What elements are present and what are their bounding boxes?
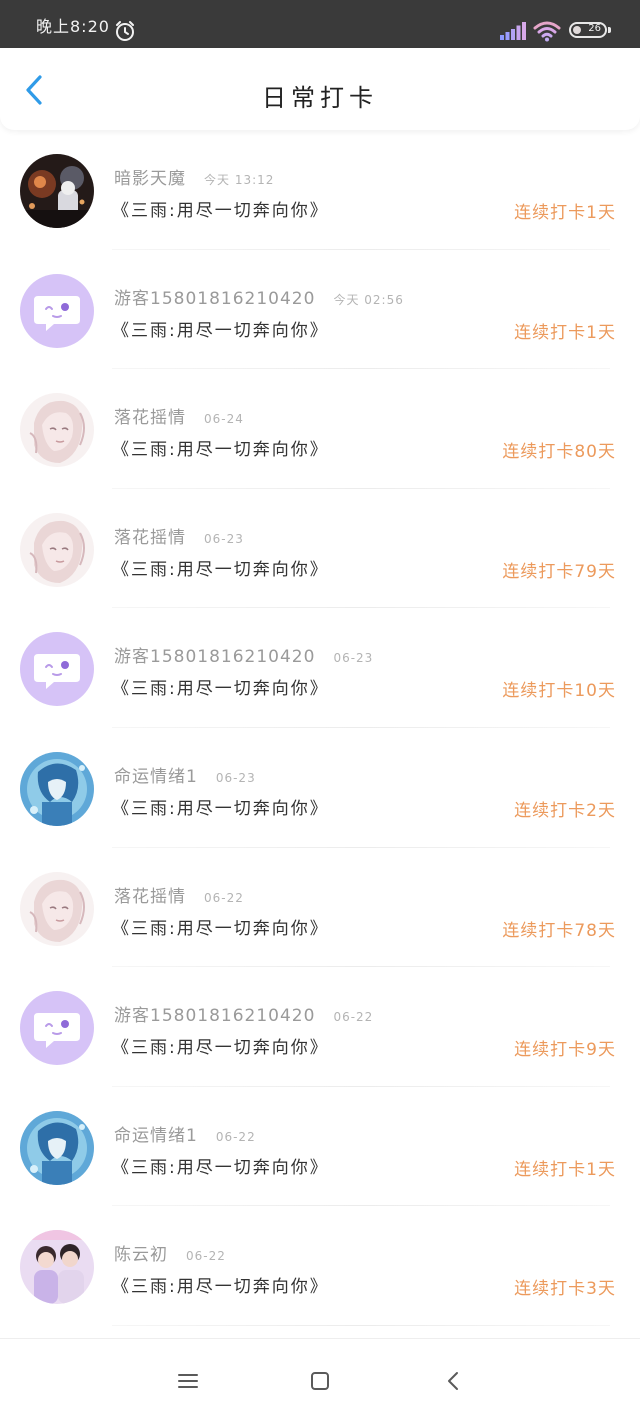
book-title[interactable]: 《三雨:用尽一切奔向你》 bbox=[112, 316, 329, 341]
user-name[interactable]: 游客15801816210420 bbox=[114, 647, 315, 667]
streak-label: 连续打卡1天 bbox=[514, 322, 616, 343]
streak-label: 连续打卡9天 bbox=[514, 1040, 616, 1061]
user-name[interactable]: 命运情绪1 bbox=[114, 767, 198, 787]
system-nav-bar bbox=[0, 1338, 640, 1422]
pink-anime-avatar[interactable] bbox=[20, 512, 94, 587]
user-line: 落花摇情 06-23 bbox=[114, 523, 244, 548]
book-title[interactable]: 《三雨:用尽一切奔向你》 bbox=[112, 674, 329, 699]
streak-label: 连续打卡1天 bbox=[514, 203, 616, 223]
blue-anime-avatar[interactable] bbox=[20, 751, 94, 826]
post-time: 06-23 bbox=[215, 770, 256, 785]
book-title[interactable]: 《三雨:用尽一切奔向你》 bbox=[112, 1033, 329, 1058]
book-title[interactable]: 《三雨:用尽一切奔向你》 bbox=[112, 1272, 329, 1297]
post-time: 06-24 bbox=[204, 412, 244, 427]
checkin-list: 暗影天魔 今天 13:12 《三雨:用尽一切奔向你》 连续打卡1天 游客1580181… bbox=[0, 130, 640, 1326]
checkin-list-item[interactable]: 命运情绪1 06-22 《三雨:用尽一切奔向你》 连续打卡1天 bbox=[0, 1087, 640, 1207]
checkin-list-item[interactable]: 命运情绪1 06-23 《三雨:用尽一切奔向你》 连续打卡2天 bbox=[0, 728, 640, 848]
default-chat-avatar[interactable] bbox=[20, 632, 94, 707]
post-time: 06-23 bbox=[204, 531, 244, 546]
user-line: 落花摇情 06-22 bbox=[114, 882, 244, 907]
streak-label: 连续打卡78天 bbox=[502, 920, 616, 941]
user-name[interactable]: 命运情绪1 bbox=[114, 1126, 198, 1146]
checkin-list-item[interactable]: 暗影天魔 今天 13:12 《三雨:用尽一切奔向你》 连续打卡1天 bbox=[0, 130, 640, 250]
user-name[interactable]: 落花摇情 bbox=[114, 528, 186, 548]
blue-anime-avatar[interactable] bbox=[20, 1110, 94, 1185]
checkin-list-item[interactable]: 落花摇情 06-24 《三雨:用尽一切奔向你》 连续打卡80天 bbox=[0, 369, 640, 489]
battery-icon: 26 bbox=[569, 22, 607, 38]
user-line: 游客15801816210420 06-23 bbox=[114, 642, 373, 667]
post-time: 06-22 bbox=[204, 890, 244, 905]
user-line: 暗影天魔 今天 13:12 bbox=[114, 164, 274, 189]
app-header: 日常打卡 bbox=[0, 48, 640, 130]
book-title[interactable]: 《三雨:用尽一切奔向你》 bbox=[112, 1153, 329, 1178]
book-title[interactable]: 《三雨:用尽一切奔向你》 bbox=[112, 794, 329, 819]
pink-anime-avatar[interactable] bbox=[20, 393, 94, 468]
streak-label: 连续打卡2天 bbox=[514, 800, 616, 821]
menu-icon[interactable] bbox=[176, 1369, 200, 1393]
home-square-icon[interactable] bbox=[308, 1369, 332, 1393]
user-line: 命运情绪1 06-22 bbox=[114, 1121, 256, 1146]
streak-label: 连续打卡1天 bbox=[514, 1159, 616, 1180]
user-line: 游客15801816210420 06-22 bbox=[114, 1001, 373, 1026]
user-name[interactable]: 暗影天魔 bbox=[114, 169, 186, 189]
night-photo-avatar[interactable] bbox=[20, 154, 94, 228]
user-line: 命运情绪1 06-23 bbox=[114, 762, 256, 787]
book-title[interactable]: 《三雨:用尽一切奔向你》 bbox=[112, 196, 329, 221]
user-name[interactable]: 游客15801816210420 bbox=[114, 1006, 315, 1026]
status-bar: 晚上8:20 26 bbox=[0, 0, 640, 48]
user-name[interactable]: 落花摇情 bbox=[114, 408, 186, 428]
checkin-list-item[interactable]: 游客15801816210420 06-22 《三雨:用尽一切奔向你》 连续打卡9天 bbox=[0, 967, 640, 1087]
book-title[interactable]: 《三雨:用尽一切奔向你》 bbox=[112, 555, 329, 580]
post-time: 今天 13:12 bbox=[204, 173, 275, 187]
streak-label: 连续打卡80天 bbox=[502, 442, 616, 463]
streak-label: 连续打卡3天 bbox=[514, 1279, 616, 1300]
streak-label: 连续打卡79天 bbox=[502, 561, 616, 582]
user-name[interactable]: 陈云初 bbox=[114, 1245, 168, 1265]
photo-duo-avatar[interactable] bbox=[20, 1230, 94, 1305]
checkin-list-item[interactable]: 落花摇情 06-22 《三雨:用尽一切奔向你》 连续打卡78天 bbox=[0, 848, 640, 968]
user-line: 落花摇情 06-24 bbox=[114, 403, 244, 428]
user-line: 游客15801816210420 今天 02:56 bbox=[114, 284, 404, 309]
post-time: 06-22 bbox=[186, 1249, 226, 1264]
post-time: 今天 02:56 bbox=[333, 292, 404, 307]
checkin-list-item[interactable]: 游客15801816210420 今天 02:56 《三雨:用尽一切奔向你》 连续打卡… bbox=[0, 250, 640, 370]
post-time: 06-22 bbox=[333, 1010, 374, 1025]
battery-level: 26 bbox=[588, 23, 601, 34]
status-time: 晚上8:20 bbox=[36, 17, 110, 36]
wifi-icon bbox=[533, 21, 561, 42]
post-time: 06-22 bbox=[215, 1129, 256, 1144]
page-title: 日常打卡 bbox=[262, 84, 378, 112]
checkin-list-item[interactable]: 游客15801816210420 06-23 《三雨:用尽一切奔向你》 连续打卡10天 bbox=[0, 608, 640, 728]
book-title[interactable]: 《三雨:用尽一切奔向你》 bbox=[112, 914, 329, 939]
book-title[interactable]: 《三雨:用尽一切奔向你》 bbox=[112, 435, 329, 460]
user-line: 陈云初 06-22 bbox=[114, 1240, 226, 1265]
default-chat-avatar[interactable] bbox=[20, 273, 94, 348]
signal-icon bbox=[500, 22, 526, 40]
post-time: 06-23 bbox=[333, 651, 374, 666]
alarm-icon bbox=[116, 21, 134, 41]
checkin-list-item[interactable]: 陈云初 06-22 《三雨:用尽一切奔向你》 连续打卡3天 bbox=[0, 1206, 640, 1326]
user-name[interactable]: 落花摇情 bbox=[114, 887, 186, 907]
back-chevron-icon[interactable] bbox=[442, 1369, 466, 1393]
checkin-list-item[interactable]: 落花摇情 06-23 《三雨:用尽一切奔向你》 连续打卡79天 bbox=[0, 489, 640, 609]
pink-anime-avatar[interactable] bbox=[20, 871, 94, 946]
user-name[interactable]: 游客15801816210420 bbox=[114, 289, 315, 309]
battery-tip bbox=[608, 27, 611, 33]
streak-label: 连续打卡10天 bbox=[502, 681, 616, 702]
default-chat-avatar[interactable] bbox=[20, 991, 94, 1066]
